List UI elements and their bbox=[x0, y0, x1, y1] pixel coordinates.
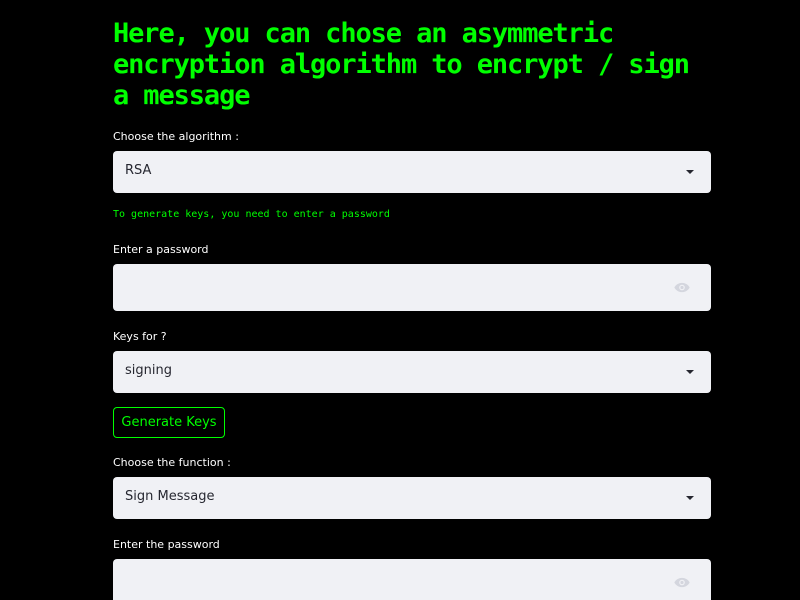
generate-keys-button[interactable]: Generate Keys bbox=[113, 407, 225, 438]
keys-for-select-value: signing bbox=[125, 363, 172, 378]
keys-for-label: Keys for ? bbox=[113, 330, 167, 343]
chevron-down-icon bbox=[686, 370, 694, 374]
password-input[interactable] bbox=[113, 264, 673, 311]
eye-icon[interactable] bbox=[674, 281, 690, 294]
algorithm-select[interactable]: RSA bbox=[113, 151, 711, 193]
chevron-down-icon bbox=[686, 496, 694, 500]
function-password-label: Enter the password bbox=[113, 538, 220, 551]
eye-icon[interactable] bbox=[674, 576, 690, 589]
function-label: Choose the function : bbox=[113, 456, 231, 469]
function-select[interactable]: Sign Message bbox=[113, 477, 711, 519]
info-message: To generate keys, you need to enter a pa… bbox=[113, 209, 390, 220]
chevron-down-icon bbox=[686, 170, 694, 174]
function-select-value: Sign Message bbox=[125, 489, 215, 504]
keys-for-select[interactable]: signing bbox=[113, 351, 711, 393]
page-title: Here, you can chose an asymmetric encryp… bbox=[113, 18, 690, 111]
password-label: Enter a password bbox=[113, 243, 209, 256]
algorithm-select-value: RSA bbox=[125, 163, 152, 178]
algorithm-label: Choose the algorithm : bbox=[113, 130, 239, 143]
function-password-input[interactable] bbox=[113, 559, 673, 600]
function-password-field bbox=[113, 559, 711, 600]
password-field bbox=[113, 264, 711, 311]
